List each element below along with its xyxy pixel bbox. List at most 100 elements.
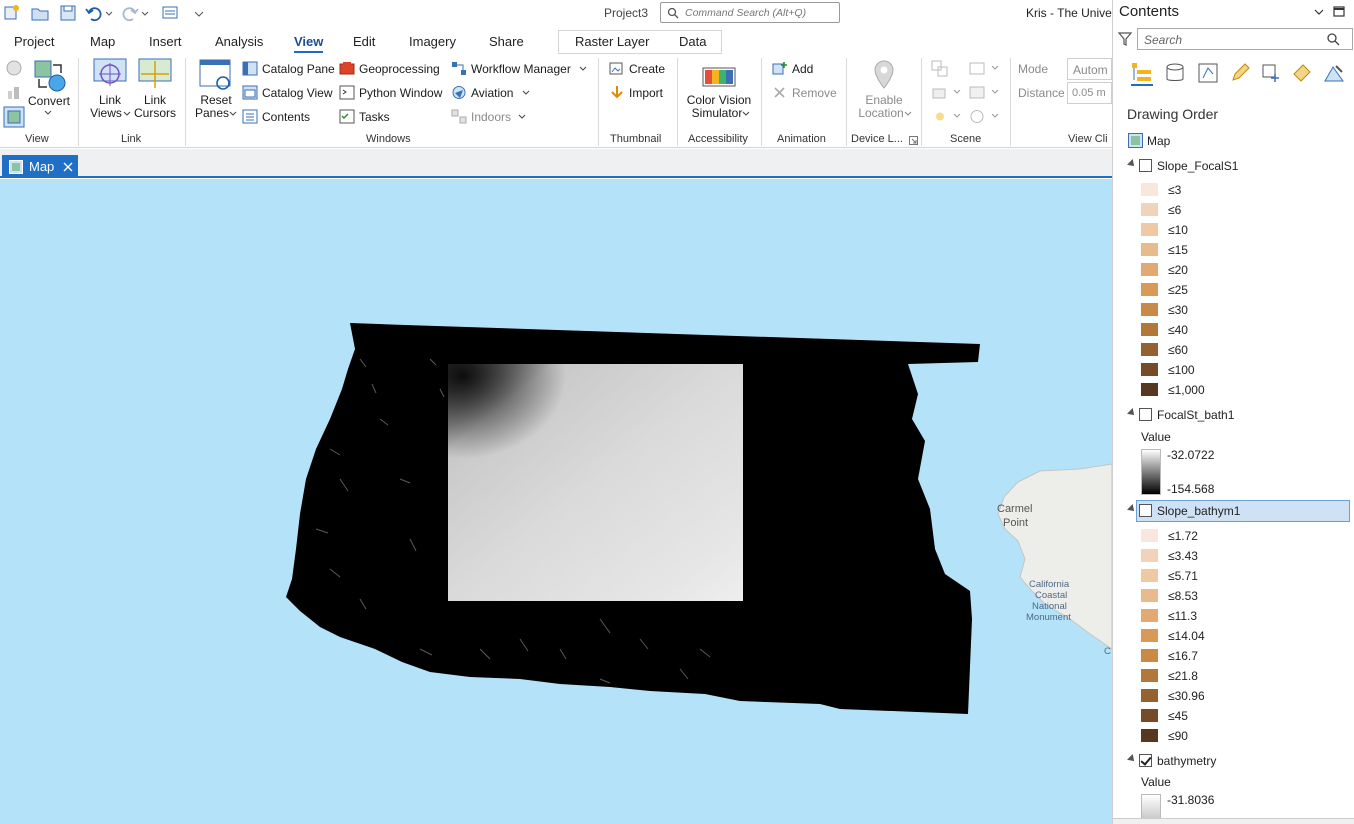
pane-options-icon[interactable] bbox=[1313, 7, 1325, 17]
enable-location-dropdown-icon[interactable] bbox=[904, 111, 912, 117]
legend-class-item[interactable]: ≤15 bbox=[1141, 240, 1341, 260]
layer-visibility-checkbox[interactable] bbox=[1139, 408, 1152, 421]
reset-panes-icon[interactable] bbox=[199, 59, 233, 91]
scene-tool-icon-2[interactable] bbox=[931, 84, 949, 101]
open-project-icon[interactable] bbox=[30, 4, 50, 22]
customize-qat-icon[interactable] bbox=[192, 4, 206, 22]
legend-class-item[interactable]: ≤25 bbox=[1141, 280, 1341, 300]
legend-class-item[interactable]: ≤30.96 bbox=[1141, 686, 1341, 706]
signed-in-user[interactable]: Kris - The Univer bbox=[1026, 6, 1112, 20]
link-views-dropdown-icon[interactable] bbox=[123, 111, 131, 117]
color-vision-dropdown-icon[interactable] bbox=[742, 111, 750, 117]
aviation-dropdown-icon[interactable] bbox=[522, 90, 530, 96]
legend-class-item[interactable]: ≤10 bbox=[1141, 220, 1341, 240]
aviation-button[interactable]: Aviation bbox=[471, 86, 513, 100]
legend-class-item[interactable]: ≤11.3 bbox=[1141, 606, 1341, 626]
legend-class-item[interactable]: ≤1,000 bbox=[1141, 380, 1341, 400]
link-views-icon[interactable] bbox=[93, 58, 127, 90]
tab-project[interactable]: Project bbox=[14, 34, 54, 49]
collapse-triangle-icon[interactable] bbox=[1127, 408, 1137, 418]
convert-icon[interactable] bbox=[33, 59, 67, 93]
indoors-dropdown-icon[interactable] bbox=[518, 114, 526, 120]
workflow-manager-button[interactable]: Workflow Manager bbox=[471, 62, 571, 76]
local-scene-icon[interactable] bbox=[5, 83, 23, 101]
color-vision-simulator-icon[interactable] bbox=[701, 60, 737, 92]
workflow-manager-dropdown-icon[interactable] bbox=[579, 66, 587, 72]
legend-class-item[interactable]: ≤100 bbox=[1141, 360, 1341, 380]
link-views-label-2[interactable]: Views bbox=[88, 107, 124, 120]
map-canvas[interactable]: Carmel Point California Coastal National… bbox=[0, 179, 1112, 824]
create-thumbnail-button[interactable]: Create bbox=[629, 62, 665, 76]
pane-bottom-scrollbar[interactable] bbox=[1113, 818, 1354, 824]
enable-location-label-2[interactable]: Location bbox=[850, 107, 912, 120]
legend-class-item[interactable]: ≤8.53 bbox=[1141, 586, 1341, 606]
legend-class-item[interactable]: ≤30 bbox=[1141, 300, 1341, 320]
tab-data[interactable]: Data bbox=[679, 34, 706, 49]
location-pin-icon[interactable] bbox=[872, 59, 896, 93]
undo-dropdown-icon[interactable] bbox=[104, 4, 114, 22]
sun-lighting-icon[interactable] bbox=[931, 108, 949, 125]
scene-tool-icon-3[interactable] bbox=[968, 60, 986, 77]
tab-edit[interactable]: Edit bbox=[353, 34, 375, 49]
scene-tool-dropdown-icon[interactable] bbox=[953, 89, 961, 95]
legend-class-item[interactable]: ≤1.72 bbox=[1141, 526, 1341, 546]
tab-analysis[interactable]: Analysis bbox=[215, 34, 263, 49]
convert-button[interactable]: Convert bbox=[28, 94, 70, 108]
link-cursors-icon[interactable] bbox=[138, 58, 172, 90]
reset-panes-label-2[interactable]: Panes bbox=[193, 107, 231, 120]
list-by-labeling-icon[interactable] bbox=[1291, 62, 1313, 84]
view-toggle-icon[interactable] bbox=[160, 4, 180, 22]
legend-class-item[interactable]: ≤16.7 bbox=[1141, 646, 1341, 666]
catalog-view-button[interactable]: Catalog View bbox=[262, 86, 333, 100]
globe-icon[interactable] bbox=[5, 59, 23, 77]
tab-map-view[interactable]: Map bbox=[2, 155, 78, 178]
list-by-source-icon[interactable] bbox=[1164, 62, 1186, 84]
map-view-icon[interactable] bbox=[3, 106, 25, 128]
color-vision-label-2[interactable]: Simulator bbox=[684, 107, 750, 120]
tab-insert[interactable]: Insert bbox=[149, 34, 182, 49]
layer-slope-bathym1[interactable]: Slope_bathym1 bbox=[1113, 500, 1354, 522]
filter-icon[interactable] bbox=[1117, 31, 1133, 47]
layer-focalst-bath1[interactable]: FocalSt_bath1 bbox=[1113, 405, 1354, 425]
scene-dropdown-icon[interactable] bbox=[991, 89, 999, 95]
list-by-editing-icon[interactable] bbox=[1229, 62, 1251, 84]
tab-imagery[interactable]: Imagery bbox=[409, 34, 456, 49]
list-by-snapping-icon[interactable] bbox=[1260, 62, 1282, 84]
scene-tool-icon-4[interactable] bbox=[968, 84, 986, 101]
reset-panes-dropdown-icon[interactable] bbox=[229, 111, 237, 117]
layer-visibility-checkbox[interactable] bbox=[1139, 754, 1152, 767]
tab-map[interactable]: Map bbox=[90, 34, 115, 49]
auto-hide-icon[interactable] bbox=[1333, 4, 1345, 18]
legend-class-item[interactable]: ≤20 bbox=[1141, 260, 1341, 280]
tasks-button[interactable]: Tasks bbox=[359, 110, 390, 124]
close-icon[interactable] bbox=[63, 162, 73, 172]
map-view[interactable]: Carmel Point California Coastal National… bbox=[0, 179, 1112, 824]
layer-bathymetry[interactable]: bathymetry bbox=[1113, 751, 1354, 771]
tab-raster-layer[interactable]: Raster Layer bbox=[575, 34, 649, 49]
legend-class-item[interactable]: ≤6 bbox=[1141, 200, 1341, 220]
import-thumbnail-button[interactable]: Import bbox=[629, 86, 663, 100]
legend-class-item[interactable]: ≤14.04 bbox=[1141, 626, 1341, 646]
layer-visibility-checkbox[interactable] bbox=[1139, 159, 1152, 172]
remove-animation-button[interactable]: Remove bbox=[792, 86, 837, 100]
layer-visibility-checkbox[interactable] bbox=[1139, 504, 1152, 517]
redo-icon[interactable] bbox=[120, 4, 140, 22]
convert-dropdown-icon[interactable] bbox=[43, 109, 53, 117]
new-project-icon[interactable] bbox=[2, 4, 22, 22]
geoprocessing-button[interactable]: Geoprocessing bbox=[359, 62, 440, 76]
legend-class-item[interactable]: ≤5.71 bbox=[1141, 566, 1341, 586]
legend-class-item[interactable]: ≤90 bbox=[1141, 726, 1341, 746]
indoors-button[interactable]: Indoors bbox=[471, 110, 511, 124]
map-node[interactable]: Map bbox=[1113, 131, 1354, 151]
scene-tool-icon-5[interactable] bbox=[968, 108, 986, 125]
tab-share[interactable]: Share bbox=[489, 34, 524, 49]
legend-class-item[interactable]: ≤3.43 bbox=[1141, 546, 1341, 566]
dialog-launcher-icon[interactable] bbox=[909, 136, 918, 145]
catalog-pane-button[interactable]: Catalog Pane bbox=[262, 62, 335, 76]
lighting-dropdown-icon[interactable] bbox=[953, 113, 961, 119]
tab-view[interactable]: View bbox=[294, 34, 324, 53]
list-by-selection-icon[interactable] bbox=[1197, 62, 1219, 84]
legend-class-item[interactable]: ≤60 bbox=[1141, 340, 1341, 360]
redo-dropdown-icon[interactable] bbox=[140, 4, 150, 22]
legend-class-item[interactable]: ≤3 bbox=[1141, 180, 1341, 200]
